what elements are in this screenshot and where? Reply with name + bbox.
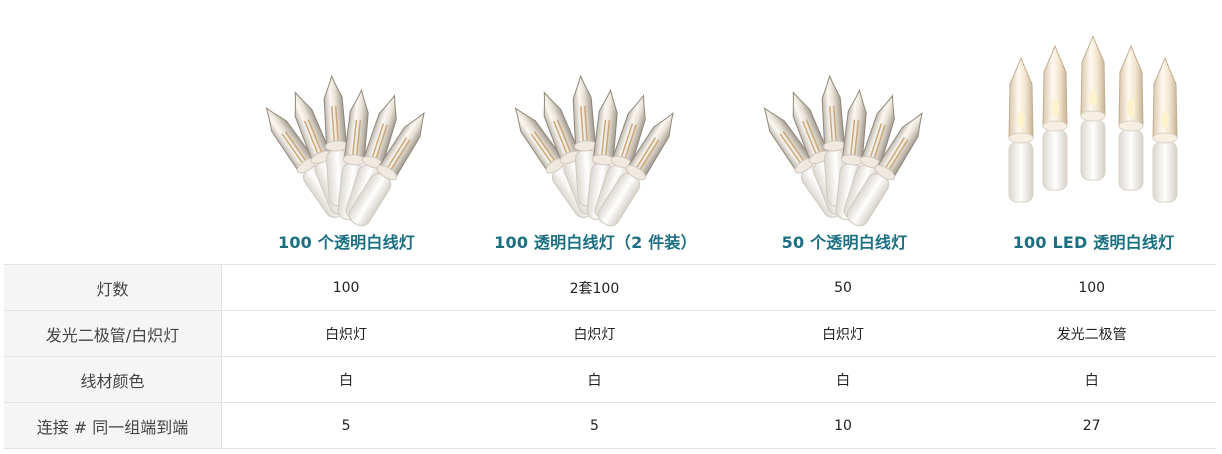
row-label: 灯数	[4, 264, 222, 311]
product-title[interactable]: 100 LED 透明白线灯	[969, 229, 1218, 253]
cell-value: 白炽灯	[221, 310, 471, 357]
cell-value: 白	[470, 356, 719, 403]
cell-value: 100	[967, 264, 1216, 311]
product-column-4: 100 LED 透明白线灯	[969, 0, 1218, 264]
cell-value: 50	[718, 264, 968, 311]
product-title[interactable]: 100 透明白线灯（2 件装）	[471, 229, 720, 253]
row-label: 发光二极管/白炽灯	[4, 310, 222, 357]
cell-value: 白	[967, 356, 1216, 403]
product-column-3: 50 个透明白线灯	[720, 0, 969, 264]
product-comparison: 100 个透明白线灯 100 透明白线灯（2 件装） 50 个透明白线灯 100…	[0, 0, 1222, 454]
product-column-2: 100 透明白线灯（2 件装）	[471, 0, 720, 264]
cell-value: 10	[718, 402, 968, 449]
row-label: 连接 # 同一组端到端	[4, 402, 222, 449]
table-row: 发光二极管/白炽灯 白炽灯 白炽灯 白炽灯 发光二极管	[4, 310, 1216, 357]
cell-value: 白	[221, 356, 471, 403]
cell-value: 27	[967, 402, 1216, 449]
product-image-led-lights[interactable]	[993, 36, 1193, 226]
product-image-clear-lights[interactable]	[744, 38, 944, 228]
table-row: 线材颜色 白 白 白 白	[4, 356, 1216, 403]
product-image-clear-lights[interactable]	[495, 38, 695, 228]
product-title[interactable]: 100 个透明白线灯	[222, 229, 471, 253]
product-header-row: 100 个透明白线灯 100 透明白线灯（2 件装） 50 个透明白线灯 100…	[222, 0, 1218, 264]
row-label: 线材颜色	[4, 356, 222, 403]
cell-value: 5	[221, 402, 471, 449]
spec-table: 灯数 100 2套100 50 100 发光二极管/白炽灯 白炽灯 白炽灯 白炽…	[4, 264, 1216, 449]
cell-value: 发光二极管	[967, 310, 1216, 357]
table-row: 连接 # 同一组端到端 5 5 10 27	[4, 402, 1216, 449]
cell-value: 2套100	[470, 264, 719, 311]
product-column-1: 100 个透明白线灯	[222, 0, 471, 264]
table-row: 灯数 100 2套100 50 100	[4, 264, 1216, 311]
cell-value: 100	[221, 264, 471, 311]
cell-value: 5	[470, 402, 719, 449]
cell-value: 白炽灯	[470, 310, 719, 357]
cell-value: 白	[718, 356, 968, 403]
cell-value: 白炽灯	[718, 310, 968, 357]
product-title[interactable]: 50 个透明白线灯	[720, 229, 969, 253]
product-image-clear-lights[interactable]	[246, 38, 446, 228]
